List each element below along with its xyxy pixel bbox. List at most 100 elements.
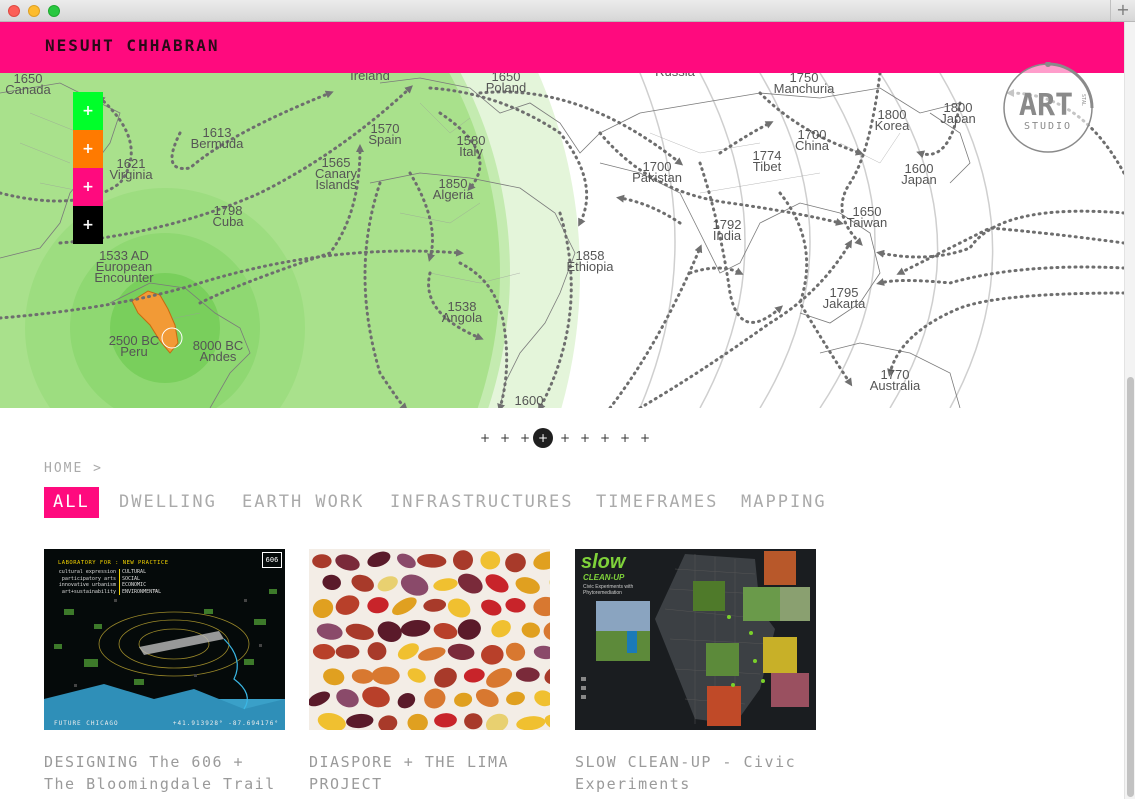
- map-label: 1533 AD European Encounter: [94, 248, 154, 285]
- slider-dot-active[interactable]: +: [533, 428, 553, 448]
- potato: [400, 619, 431, 637]
- map-label: 1798 Cuba: [212, 203, 244, 229]
- potato: [534, 690, 550, 707]
- potato: [397, 553, 416, 569]
- scrollbar-thumb[interactable]: [1127, 377, 1134, 797]
- potato: [397, 693, 416, 709]
- side-button-black[interactable]: +: [73, 206, 103, 244]
- project-thumbnail-606[interactable]: LABORATORY FOR : NEW PRACTICE cultural e…: [44, 549, 285, 730]
- logo-main-text: ART: [1019, 88, 1073, 123]
- map-label: 1700 China: [795, 127, 830, 153]
- art-studio-logo[interactable]: ART STUDIO STAL: [1002, 61, 1094, 154]
- map-label: 1570 Spain: [368, 121, 401, 147]
- filter-dwelling[interactable]: DWELLING: [119, 487, 217, 518]
- page-scrollbar[interactable]: [1124, 22, 1135, 799]
- map-label: 1795 Jakarta: [823, 285, 866, 311]
- project-title[interactable]: DIASPORE + THE LIMA PROJECT: [309, 751, 550, 795]
- potato: [433, 578, 458, 591]
- potato: [464, 713, 483, 730]
- project-thumbnail-slow-cleanup[interactable]: slow CLEAN-UP Civic Experiments with Phy…: [575, 549, 816, 730]
- map-label: 1600: [515, 393, 544, 408]
- potato: [515, 667, 540, 682]
- slider-dot[interactable]: +: [475, 428, 495, 448]
- map-label: 1650 Taiwan: [847, 204, 887, 230]
- potato: [377, 621, 402, 642]
- potato: [505, 553, 526, 573]
- filter-mapping[interactable]: MAPPING: [741, 487, 827, 518]
- project-title[interactable]: SLOW CLEAN-UP - Civic Experiments: [575, 751, 816, 795]
- potato: [378, 715, 398, 730]
- project-thumbnail-potatoes[interactable]: [309, 549, 550, 730]
- side-button-orange[interactable]: +: [73, 130, 103, 168]
- filter-timeframes[interactable]: TIMEFRAMES: [596, 487, 718, 518]
- potato: [433, 623, 458, 640]
- potato: [463, 668, 485, 683]
- potato: [516, 716, 546, 730]
- slider-dot[interactable]: +: [635, 428, 655, 448]
- potato: [417, 553, 447, 568]
- slider-dot[interactable]: +: [595, 428, 615, 448]
- project-card[interactable]: slow CLEAN-UP Civic Experiments with Phy…: [575, 549, 816, 795]
- potato: [316, 623, 343, 640]
- potato: [351, 574, 374, 592]
- side-button-green[interactable]: +: [73, 92, 103, 130]
- map-label: 1580 Italy: [457, 133, 486, 159]
- potato: [407, 713, 428, 730]
- potato: [543, 621, 550, 641]
- potato: [377, 576, 398, 592]
- potato: [418, 647, 446, 661]
- slider-dot[interactable]: +: [515, 428, 535, 448]
- browser-titlebar: +: [0, 0, 1135, 22]
- site-brand[interactable]: NESUHT CHHABRAN: [45, 36, 220, 55]
- potato: [454, 692, 473, 707]
- potato: [447, 598, 471, 618]
- filter-infrastructures[interactable]: INFRASTRUCTURES: [390, 487, 574, 518]
- potato: [485, 574, 509, 593]
- potato: [533, 596, 550, 617]
- potato: [371, 666, 400, 685]
- zoom-window-button[interactable]: [48, 5, 60, 17]
- potato: [481, 644, 504, 665]
- potato: [505, 642, 526, 661]
- project-card[interactable]: LABORATORY FOR : NEW PRACTICE cultural e…: [44, 549, 285, 795]
- filter-earth-work[interactable]: EARTH WORK: [242, 487, 364, 518]
- potato: [312, 554, 332, 569]
- potato: [335, 644, 360, 659]
- minimize-window-button[interactable]: [28, 5, 40, 17]
- lab-right-column: CULTURAL SOCIAL ECONOMIC ENVIRONMENTAL: [119, 569, 161, 595]
- project-card[interactable]: DIASPORE + THE LIMA PROJECT: [309, 549, 550, 795]
- cleanup-word: CLEAN-UP: [583, 573, 625, 582]
- potato: [481, 599, 502, 616]
- map-label: 1770 Australia: [870, 367, 921, 393]
- map-label: 1800 Japan: [940, 100, 975, 126]
- potato: [424, 688, 446, 709]
- potato: [544, 665, 550, 685]
- slider-dot[interactable]: +: [615, 428, 635, 448]
- potato: [521, 622, 540, 638]
- close-window-button[interactable]: [8, 5, 20, 17]
- potato: [475, 689, 499, 707]
- slider-dot[interactable]: +: [495, 428, 515, 448]
- new-tab-button[interactable]: +: [1110, 0, 1135, 21]
- slider-dot[interactable]: +: [575, 428, 595, 448]
- potatoes-image: [309, 550, 550, 730]
- hero-map: 1650 Canada 1613 Bermuda 1621 Virginia 1798 Cub…: [0, 73, 1124, 408]
- map-label: 1650 Poland: [486, 73, 526, 95]
- project-title[interactable]: DESIGNING The 606 + The Bloomingdale Tra…: [44, 751, 285, 795]
- potato: [457, 573, 483, 594]
- potato: [346, 713, 374, 729]
- potato: [367, 597, 389, 614]
- slow-word: slow: [581, 551, 626, 573]
- potato: [312, 643, 336, 660]
- potato: [309, 691, 330, 707]
- potato: [533, 645, 550, 660]
- map-label: 1774 Tibet: [753, 148, 782, 174]
- potato: [351, 669, 374, 684]
- breadcrumb[interactable]: HOME >: [44, 461, 103, 476]
- potato: [505, 598, 526, 613]
- potato: [323, 668, 345, 686]
- filter-all[interactable]: ALL: [44, 487, 99, 518]
- lab-heading: LABORATORY FOR : NEW PRACTICE: [58, 560, 169, 566]
- slider-dot[interactable]: +: [555, 428, 575, 448]
- side-button-pink[interactable]: +: [73, 168, 103, 206]
